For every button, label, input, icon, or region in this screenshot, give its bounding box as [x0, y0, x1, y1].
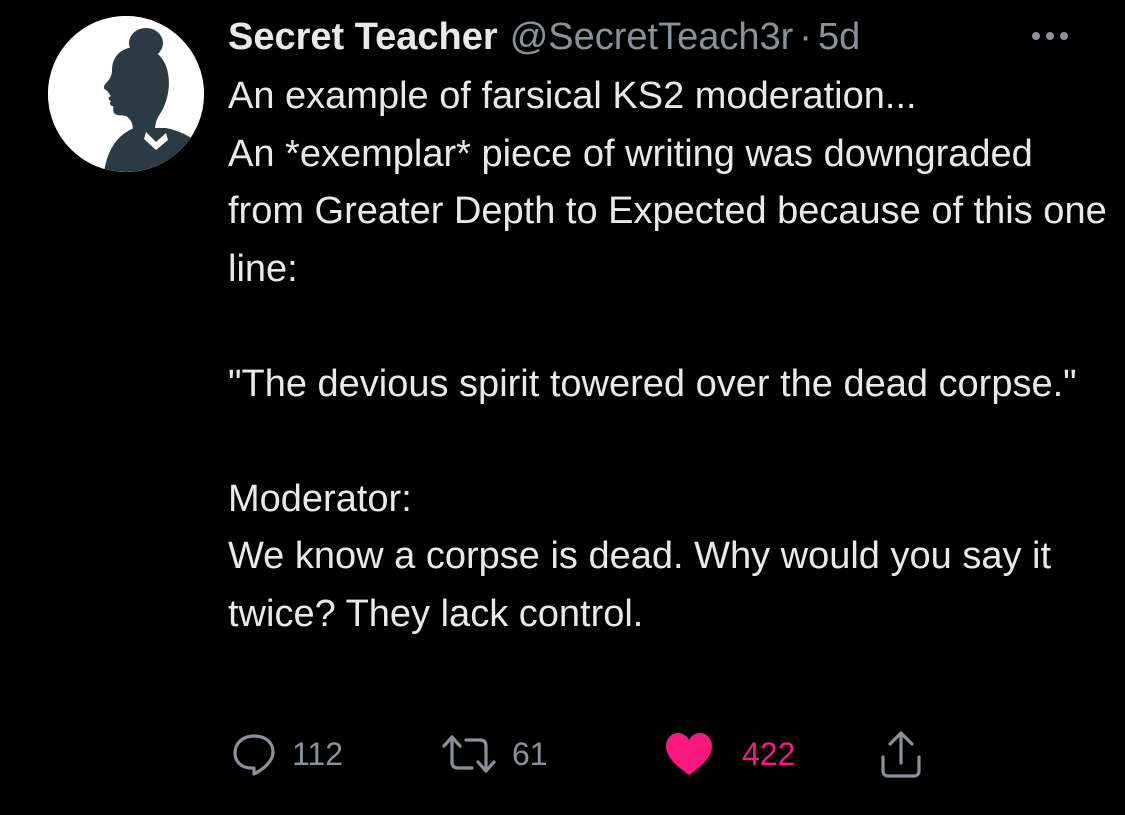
tweet-header: Secret Teacher @SecretTeach3r · 5d	[228, 10, 860, 64]
tweet-paragraph: Moderator: We know a corpse is dead. Why…	[228, 477, 1052, 635]
reply-icon	[233, 734, 275, 776]
reply-count: 112	[292, 735, 344, 772]
like-count: 422	[742, 735, 796, 772]
tweet[interactable]: Secret Teacher @SecretTeach3r · 5d An ex…	[0, 0, 1125, 815]
header-separator: ·	[799, 16, 812, 58]
tweet-paragraph: "The devious spirit towered over the dea…	[228, 362, 1077, 405]
like-button[interactable]: 422	[664, 726, 795, 782]
retweet-icon	[442, 735, 496, 773]
tweet-paragraph: An example of farsical KS2 moderation...…	[228, 75, 1107, 290]
silhouette-avatar-icon	[48, 16, 204, 172]
reply-button[interactable]: 112	[230, 726, 343, 782]
tweet-timestamp[interactable]: 5d	[818, 10, 860, 64]
heart-filled-icon	[666, 733, 712, 775]
more-horizontal-icon	[1032, 32, 1068, 40]
share-icon	[881, 731, 921, 778]
retweet-count: 61	[512, 735, 548, 772]
tweet-actions: 112 61 422	[0, 726, 1125, 782]
author-avatar[interactable]	[48, 16, 204, 172]
retweet-button[interactable]: 61	[440, 726, 548, 782]
more-options-button[interactable]	[1026, 22, 1074, 50]
share-button[interactable]	[876, 726, 926, 782]
author-handle[interactable]: @SecretTeach3r	[510, 10, 794, 64]
tweet-text: An example of farsical KS2 moderation...…	[228, 68, 1108, 643]
author-display-name[interactable]: Secret Teacher	[228, 10, 498, 64]
